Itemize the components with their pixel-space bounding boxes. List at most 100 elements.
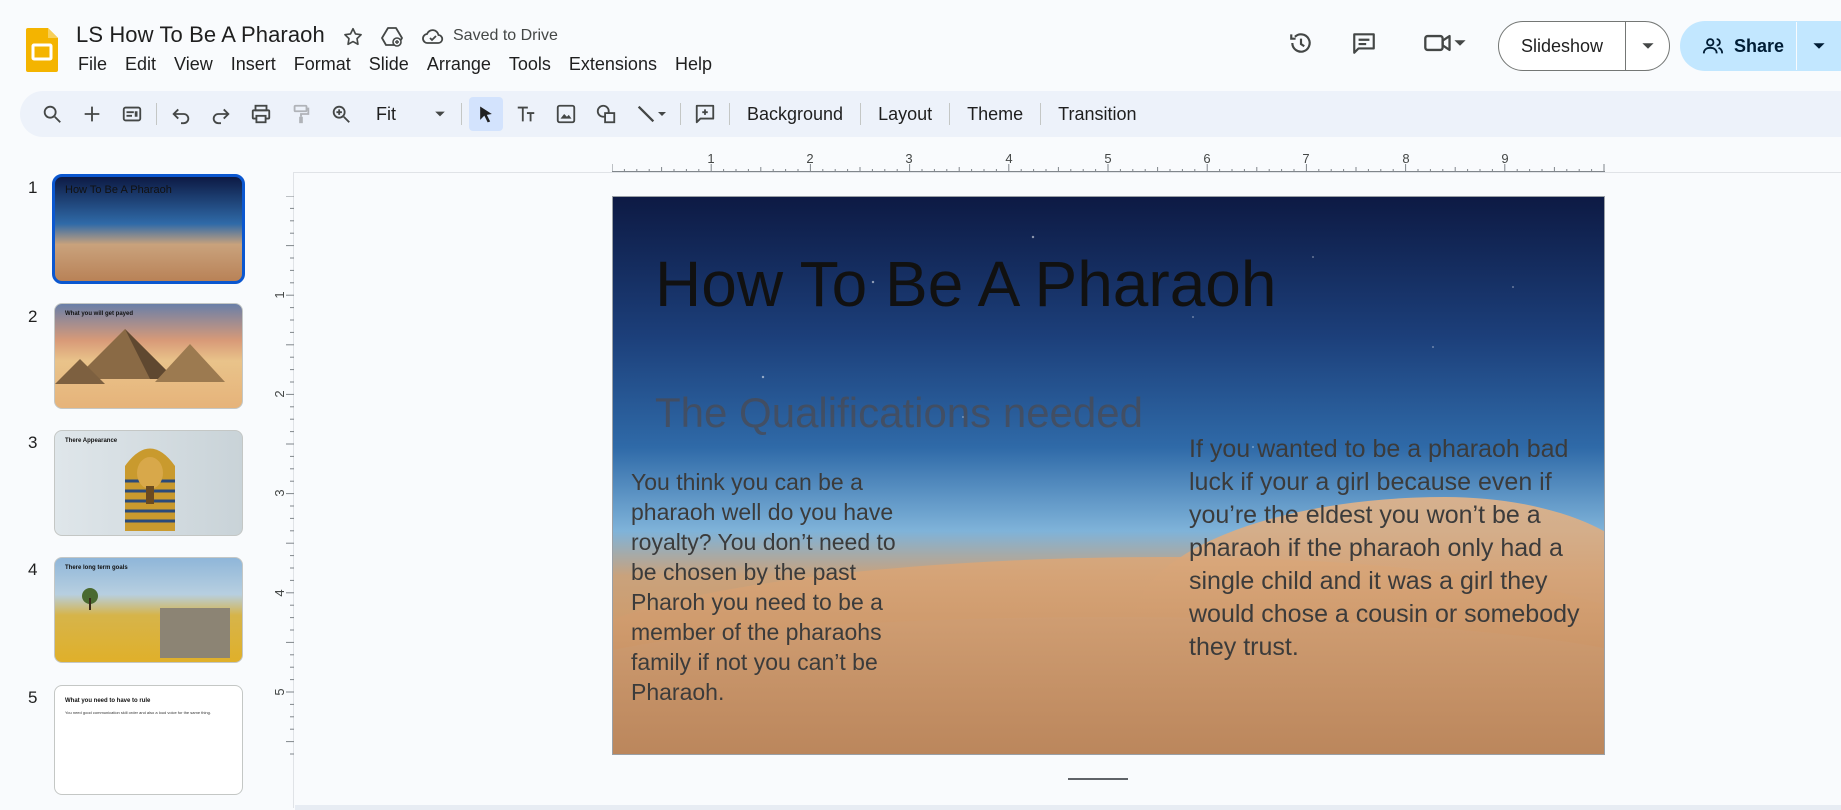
star-icon[interactable] [340, 24, 366, 50]
header: LS How To Be A Pharaoh Saved to Drive Fi… [0, 0, 1841, 84]
save-status: Saved to Drive [453, 27, 558, 44]
insert-image-icon[interactable] [549, 97, 583, 131]
shape-icon[interactable] [589, 97, 623, 131]
share-label: Share [1734, 35, 1785, 56]
slide-number: 1 [28, 178, 38, 197]
search-menus-icon[interactable] [35, 97, 69, 131]
slideshow-options-button[interactable] [1626, 22, 1669, 70]
undo-icon[interactable] [164, 97, 198, 131]
ruler-label: 4 [1005, 151, 1012, 166]
document-title[interactable]: LS How To Be A Pharaoh [76, 22, 325, 48]
ruler-labels: 1 2 3 4 5 6 7 8 9 [707, 151, 1508, 166]
pharaoh-mask-image [125, 448, 175, 531]
ruler-label: 5 [272, 688, 287, 695]
cloud-saved-icon [420, 24, 446, 50]
zoom-icon[interactable] [324, 97, 358, 131]
people-icon [1702, 38, 1724, 54]
thumbnail-title: There Appearance [65, 438, 118, 444]
horizontal-scrollbar[interactable] [295, 805, 1841, 810]
slide-body-right[interactable]: If you wanted to be a pharaoh bad luck i… [1189, 433, 1594, 664]
thumbnail-title: How To Be A Pharaoh [65, 184, 172, 196]
toolbar-divider [680, 103, 681, 125]
horizontal-ruler[interactable]: 1 2 3 4 5 6 7 8 9 [612, 150, 1605, 172]
print-icon[interactable] [244, 97, 278, 131]
menu-file[interactable]: File [78, 54, 107, 75]
slide-number: 3 [28, 433, 38, 452]
select-tool-icon[interactable] [469, 97, 503, 131]
menu-help[interactable]: Help [675, 54, 712, 75]
slide-thumbnail-3[interactable]: There Appearance [54, 430, 243, 536]
move-to-drive-icon[interactable] [379, 24, 405, 50]
toolbar-divider [156, 103, 157, 125]
slide-number: 4 [28, 560, 38, 579]
speaker-notes-handle[interactable] [1068, 778, 1128, 780]
slide-title[interactable]: How To Be A Pharaoh [655, 247, 1276, 321]
wheat-field-image [82, 588, 230, 658]
ruler-label: 6 [1203, 151, 1210, 166]
menu-view[interactable]: View [174, 54, 213, 75]
thumbnail-title: What you need to have to rule [65, 698, 151, 704]
slide-thumbnail-4[interactable]: There long term goals [54, 557, 243, 663]
new-slide-icon[interactable] [75, 97, 109, 131]
ruler-label: 1 [272, 291, 287, 298]
slide-thumbnail-5[interactable]: What you need to have to rule You need g… [54, 685, 243, 795]
paint-format-icon[interactable] [284, 97, 318, 131]
share-options-button[interactable] [1797, 22, 1841, 70]
slides-logo-icon[interactable] [26, 28, 58, 72]
theme-button[interactable]: Theme [957, 97, 1033, 131]
slide-subtitle[interactable]: The Qualifications needed [655, 389, 1143, 437]
zoom-value: Fit [376, 103, 396, 124]
add-comment-icon[interactable] [688, 97, 722, 131]
slide-thumbnail-1[interactable]: How To Be A Pharaoh [52, 174, 245, 284]
slide-body-left[interactable]: You think you can be a pharaoh well do y… [631, 467, 911, 707]
slide-canvas[interactable]: How To Be A Pharaoh The Qualifications n… [612, 196, 1605, 755]
comments-icon[interactable] [1351, 30, 1377, 56]
menu-bar: File Edit View Insert Format Slide Arran… [78, 54, 730, 75]
toolbar-divider [949, 103, 951, 125]
text-box-icon[interactable] [509, 97, 543, 131]
thumbnail-title: What you will get payed [65, 311, 134, 317]
ruler-ticks [286, 196, 294, 755]
ruler-label: 2 [806, 151, 813, 166]
layout-button[interactable]: Layout [868, 97, 942, 131]
ruler-label: 9 [1501, 151, 1508, 166]
toolbar-divider [461, 103, 462, 125]
share-button-group: Share [1680, 21, 1841, 71]
menu-edit[interactable]: Edit [125, 54, 156, 75]
slide-number: 5 [28, 688, 38, 707]
new-slide-layout-icon[interactable] [115, 97, 149, 131]
menu-slide[interactable]: Slide [369, 54, 409, 75]
line-tool-button[interactable] [629, 97, 673, 131]
ruler-label: 4 [272, 589, 287, 596]
thumbnail-body: You need good communication skill order … [65, 710, 211, 715]
redo-icon[interactable] [204, 97, 238, 131]
chevron-down-icon [658, 112, 666, 116]
zoom-select[interactable]: Fit [364, 97, 454, 131]
menu-format[interactable]: Format [294, 54, 351, 75]
ruler-label: 3 [905, 151, 912, 166]
slide-number: 2 [28, 307, 38, 326]
transition-button[interactable]: Transition [1048, 97, 1146, 131]
toolbar: Fit Background Layout Theme Transition [20, 91, 1841, 137]
slide-filmstrip: 1 How To Be A Pharaoh 2 What you will ge… [0, 160, 270, 810]
slideshow-button[interactable]: Slideshow [1499, 22, 1626, 70]
menu-insert[interactable]: Insert [231, 54, 276, 75]
share-button[interactable]: Share [1680, 22, 1797, 70]
vertical-ruler[interactable]: 1 2 3 4 5 [272, 196, 294, 756]
menu-extensions[interactable]: Extensions [569, 54, 657, 75]
slide-thumbnail-2[interactable]: What you will get payed [54, 303, 243, 409]
ruler-label: 5 [1104, 151, 1111, 166]
ruler-labels: 1 2 3 4 5 [272, 291, 287, 695]
background-button[interactable]: Background [737, 97, 853, 131]
ruler-label: 2 [272, 390, 287, 397]
menu-tools[interactable]: Tools [509, 54, 551, 75]
version-history-icon[interactable] [1288, 30, 1314, 56]
thumbnail-title: There long term goals [65, 565, 128, 571]
toolbar-divider [860, 103, 862, 125]
chevron-down-icon [1813, 43, 1825, 49]
pyramids-image [55, 329, 225, 384]
line-icon [637, 105, 655, 123]
menu-arrange[interactable]: Arrange [427, 54, 491, 75]
meet-icon[interactable] [1417, 30, 1473, 56]
toolbar-divider [729, 103, 730, 125]
